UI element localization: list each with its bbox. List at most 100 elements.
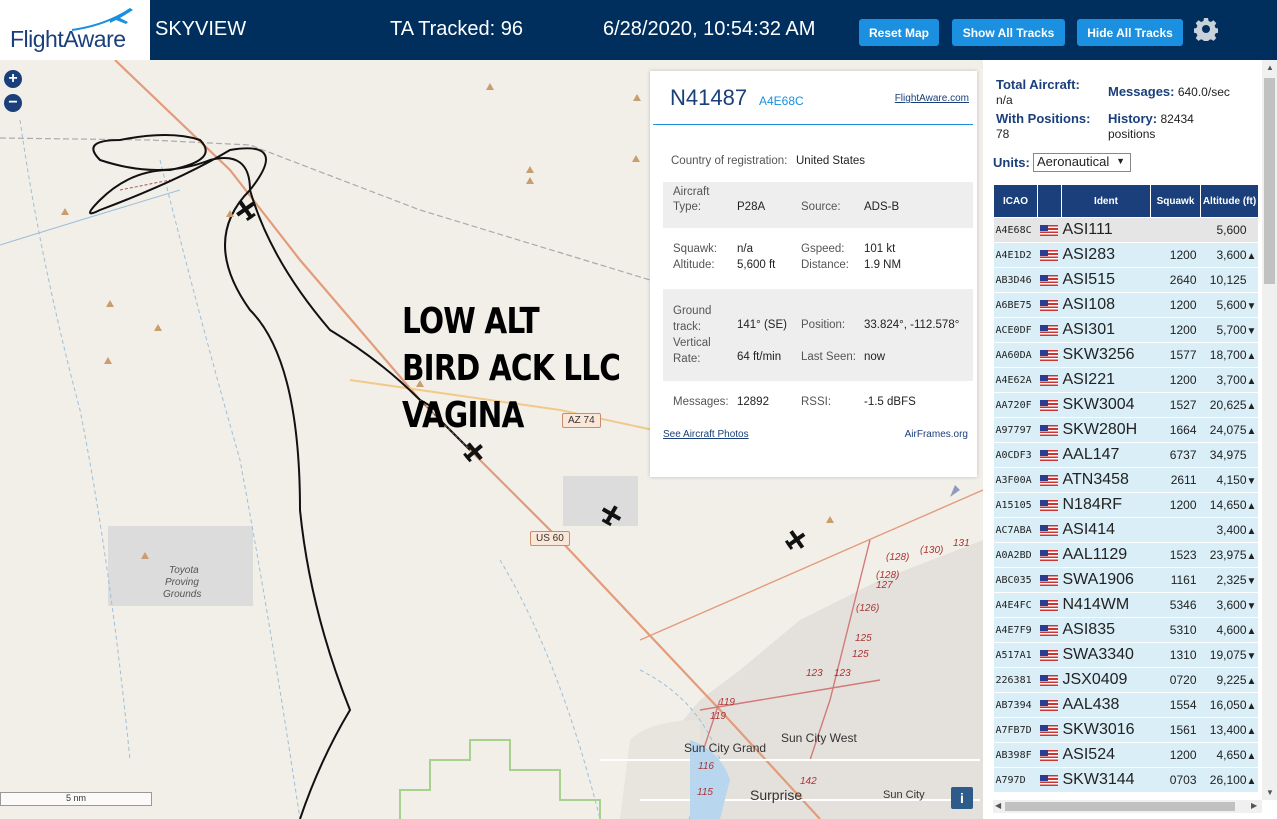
table-row[interactable]: AB7394 AAL438 1554 16,050▲ — [993, 692, 1258, 718]
aircraft-type-value: P28A — [737, 201, 766, 213]
altitude-value: 13,400 — [1209, 723, 1247, 737]
table-row[interactable]: A7FB7D SKW3016 1561 13,400▲ — [993, 717, 1258, 743]
us-flag-icon — [1037, 417, 1062, 443]
column-header-flag[interactable] — [1037, 184, 1062, 218]
altitude-trend-icon: ▲ — [1246, 426, 1257, 437]
table-row[interactable]: 226381 JSX0409 0720 9,225▲ — [993, 667, 1258, 693]
units-select[interactable]: Aeronautical ▼ — [1033, 153, 1131, 172]
column-header-icao[interactable]: ICAO — [993, 184, 1038, 218]
row-altitude: 4,600▲ — [1200, 617, 1258, 643]
scroll-thumb[interactable] — [1264, 78, 1275, 284]
ground-track-value: 141° (SE) — [737, 319, 787, 331]
table-row[interactable]: ABC035 SWA1906 1161 2,325▼ — [993, 567, 1258, 593]
zoom-out-button[interactable]: − — [4, 94, 22, 112]
route-number: 115 — [697, 787, 713, 798]
row-ident: ATN3458 — [1061, 467, 1151, 493]
gear-icon[interactable] — [1194, 17, 1218, 41]
table-row[interactable]: AB3D46 ASI515 2640 10,125 — [993, 267, 1258, 293]
aircraft-photos-link[interactable]: See Aircraft Photos — [663, 429, 749, 440]
row-ident: SKW3016 — [1061, 717, 1151, 743]
reset-map-button[interactable]: Reset Map — [859, 19, 939, 46]
row-icao: A3F00A — [993, 467, 1038, 493]
table-row[interactable]: A97797 SKW280H 1664 24,075▲ — [993, 417, 1258, 443]
table-row[interactable]: AA60DA SKW3256 1577 18,700▲ — [993, 342, 1258, 368]
table-row[interactable]: ACE0DF ASI301 1200 5,700▼ — [993, 317, 1258, 343]
altitude-value: 3,600 — [1216, 248, 1247, 262]
table-row[interactable]: A4E7F9 ASI835 5310 4,600▲ — [993, 617, 1258, 643]
row-icao: A15105 — [993, 492, 1038, 518]
flightaware-link[interactable]: FlightAware.com — [895, 93, 969, 104]
row-altitude: 4,150▼ — [1200, 467, 1258, 493]
total-aircraft-value: n/a — [996, 93, 1013, 107]
scroll-up-icon[interactable]: ▲ — [1266, 63, 1274, 72]
table-row[interactable]: AC7ABA ASI414 3,400▲ — [993, 517, 1258, 543]
row-icao: AB398F — [993, 742, 1038, 768]
row-ident: ASI221 — [1061, 367, 1151, 393]
row-squawk: 1554 — [1150, 692, 1201, 718]
panel-vertical-scrollbar[interactable]: ▲ ▼ — [1262, 60, 1277, 800]
table-row[interactable]: AB398F ASI524 1200 4,650▲ — [993, 742, 1258, 768]
scroll-left-icon[interactable]: ◀ — [995, 801, 1001, 810]
us-flag-icon — [1037, 542, 1062, 568]
row-altitude: 18,700▲ — [1200, 342, 1258, 368]
flightaware-logo[interactable]: FlightAware — [0, 0, 150, 60]
altitude-trend-icon: ▲ — [1246, 626, 1257, 637]
place-label: Toyota — [169, 565, 199, 576]
table-row[interactable]: A4E1D2 ASI283 1200 3,600▲ — [993, 242, 1258, 268]
scroll-right-icon[interactable]: ▶ — [1251, 801, 1257, 810]
messages-value: 12892 — [737, 396, 769, 408]
row-icao: ACE0DF — [993, 317, 1038, 343]
table-row[interactable]: A0CDF3 AAL147 6737 34,975 — [993, 442, 1258, 468]
route-number: 119 — [719, 697, 735, 708]
row-ident: ASI301 — [1061, 317, 1151, 343]
table-row[interactable]: A517A1 SWA3340 1310 19,075▼ — [993, 642, 1258, 668]
show-all-tracks-button[interactable]: Show All Tracks — [952, 19, 1065, 46]
route-number: (126) — [856, 603, 880, 614]
table-row[interactable]: A0A2BD AAL1129 1523 23,975▲ — [993, 542, 1258, 568]
units-label: Units: — [993, 155, 1030, 170]
messages-label: Messages: — [673, 396, 729, 408]
table-row[interactable]: A4E4FC N414WM 5346 3,600▼ — [993, 592, 1258, 618]
row-ident: AAL438 — [1061, 692, 1151, 718]
row-icao: AA60DA — [993, 342, 1038, 368]
row-squawk: 5346 — [1150, 592, 1201, 618]
last-seen-label: Last Seen: — [801, 351, 856, 363]
table-row[interactable]: A4E62A ASI221 1200 3,700▲ — [993, 367, 1258, 393]
zoom-in-button[interactable]: + — [4, 70, 22, 88]
panel-horizontal-scrollbar[interactable]: ◀ ▶ — [993, 800, 1262, 813]
country-label: Country of registration: — [671, 155, 788, 167]
table-row[interactable]: A4E68C ASI111 5,600 — [993, 217, 1258, 243]
scroll-down-icon[interactable]: ▼ — [1266, 788, 1274, 797]
country-value: United States — [796, 155, 866, 167]
row-squawk: 0703 — [1150, 767, 1201, 793]
us-flag-icon — [1039, 750, 1058, 762]
table-row[interactable]: AA720F SKW3004 1527 20,625▲ — [993, 392, 1258, 418]
row-squawk: 1200 — [1150, 242, 1201, 268]
us-flag-icon — [1039, 325, 1058, 337]
row-squawk: 1200 — [1150, 292, 1201, 318]
place-label: Grounds — [163, 589, 202, 600]
altitude-trend-icon: ▲ — [1246, 551, 1257, 562]
hide-all-tracks-button[interactable]: Hide All Tracks — [1077, 19, 1183, 46]
scroll-thumb[interactable] — [1005, 802, 1235, 811]
table-row[interactable]: A6BE75 ASI108 1200 5,600▼ — [993, 292, 1258, 318]
map-info-button[interactable]: i — [951, 787, 973, 809]
row-altitude: 3,600▲ — [1200, 242, 1258, 268]
route-number: 123 — [806, 668, 823, 679]
column-header-ident[interactable]: Ident — [1061, 184, 1151, 218]
us-flag-icon — [1039, 425, 1058, 437]
column-header-squawk[interactable]: Squawk — [1150, 184, 1201, 218]
altitude-trend-icon: ▲ — [1246, 501, 1257, 512]
column-header-altitude[interactable]: Altitude (ft) — [1200, 184, 1258, 218]
row-ident: SWA3340 — [1061, 642, 1151, 668]
table-row[interactable]: A797D SKW3144 0703 26,100▲ — [993, 767, 1258, 793]
table-row[interactable]: A15105 N184RF 1200 14,650▲ — [993, 492, 1258, 518]
row-ident: SKW3004 — [1061, 392, 1151, 418]
source-label: Source: — [801, 201, 841, 213]
table-row[interactable]: A3F00A ATN3458 2611 4,150▼ — [993, 467, 1258, 493]
altitude-trend-icon: ▼ — [1246, 301, 1257, 312]
row-ident: AAL147 — [1061, 442, 1151, 468]
row-squawk: 6737 — [1150, 442, 1201, 468]
altitude-label: Altitude: — [673, 259, 715, 271]
airframes-link[interactable]: AirFrames.org — [905, 429, 968, 440]
